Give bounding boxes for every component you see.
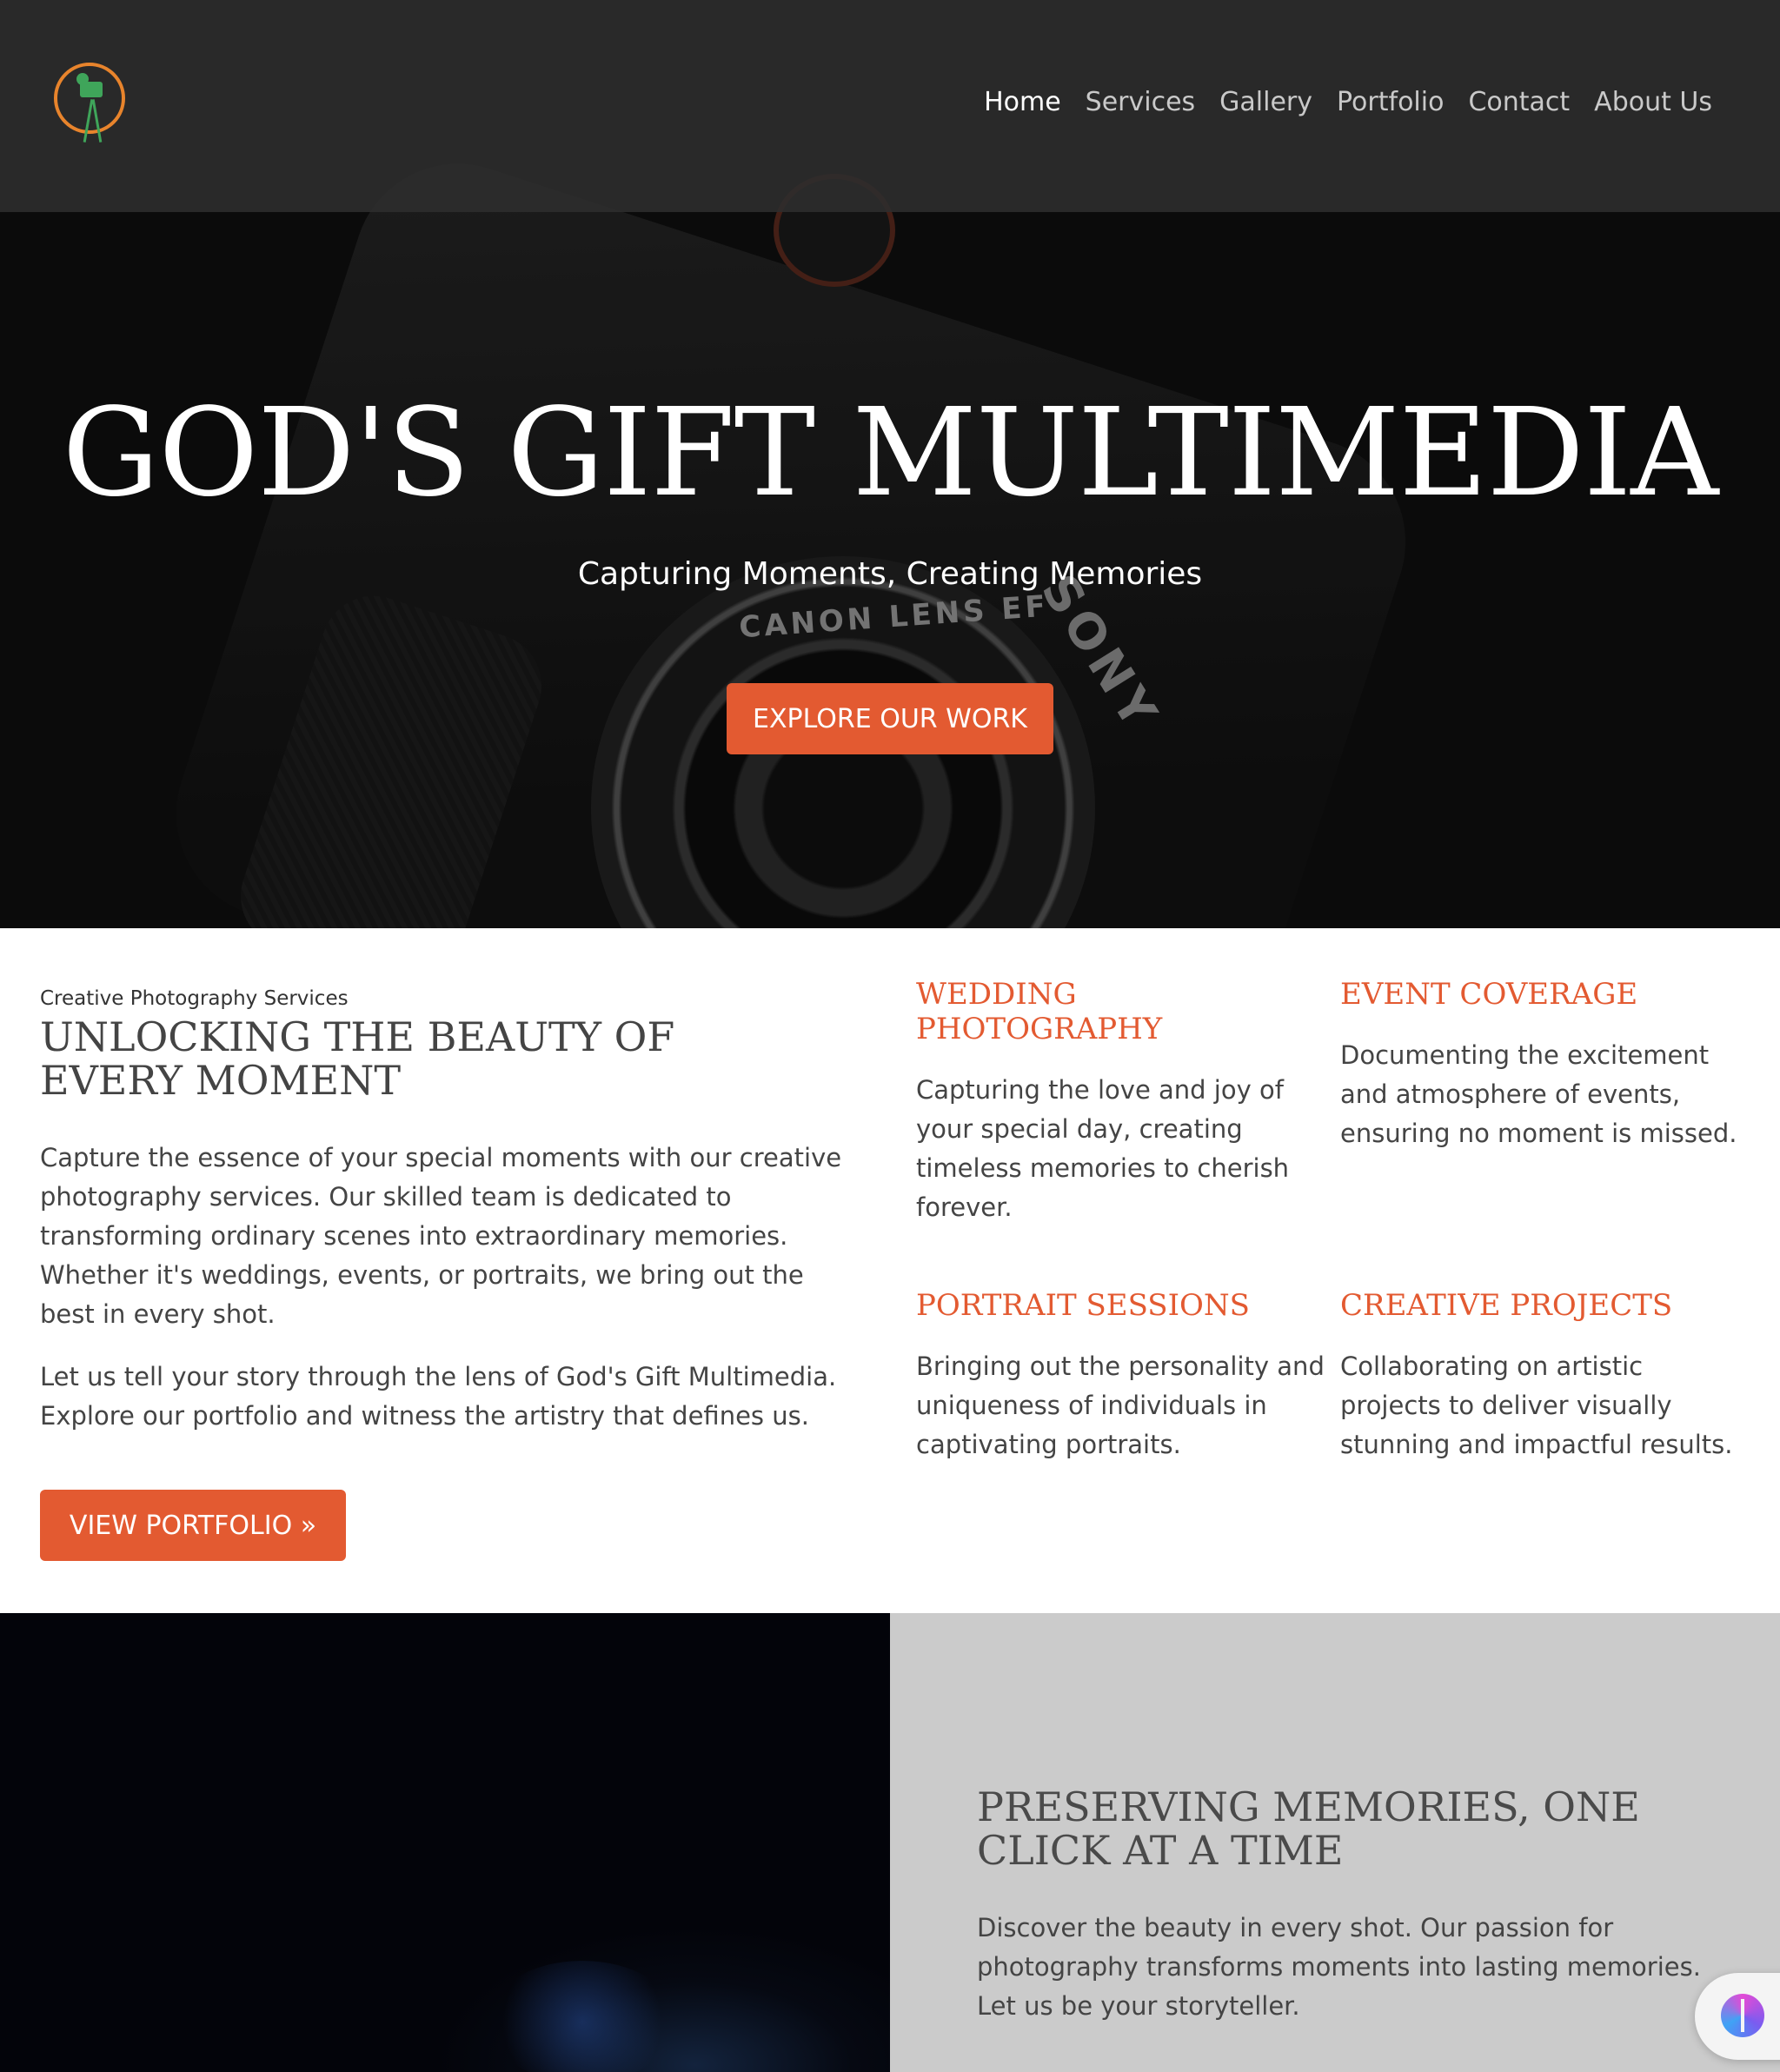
about-paragraph-1: Capture the essence of your special mome… [40,1143,842,1329]
hero-section: CANON LENS EF SONY Home Services Gallery… [0,0,1780,928]
about-paragraph-2: Let us tell your story through the lens … [40,1362,837,1431]
about-eyebrow: Creative Photography Services [40,987,349,1010]
service-title: PORTRAIT SESSIONS [916,1288,1250,1323]
nav-item-services[interactable]: Services [1086,87,1196,117]
service-title: EVENT COVERAGE [1340,977,1638,1012]
logo-camera [80,82,103,97]
service-card-wedding: WEDDING PHOTOGRAPHY Capturing the love a… [916,977,1325,1227]
preserve-image [0,1613,890,2072]
service-text: Collaborating on artistic projects to de… [1340,1351,1733,1459]
hero-title: GOD'S GIFT MULTIMEDIA [62,382,1719,524]
preserve-title: PRESERVING MEMORIES, ONE CLICK AT A TIME [977,1783,1640,1874]
hero-subtitle: Capturing Moments, Creating Memories [577,556,1203,592]
main-nav: Home Services Gallery Portfolio Contact … [984,87,1712,117]
service-title: WEDDING PHOTOGRAPHY [916,977,1163,1046]
nav-item-gallery[interactable]: Gallery [1219,87,1312,117]
about-title: UNLOCKING THE BEAUTY OF EVERY MOMENT [40,1013,675,1104]
brain-icon [1721,1994,1764,2037]
nav-item-portfolio[interactable]: Portfolio [1337,87,1444,117]
service-title: CREATIVE PROJECTS [1340,1288,1673,1323]
nav-item-about-us[interactable]: About Us [1594,87,1712,117]
assistant-button[interactable] [1695,1973,1780,2060]
service-card-portrait: PORTRAIT SESSIONS Bringing out the perso… [916,1288,1325,1464]
preserve-text: Discover the beauty in every shot. Our p… [977,1913,1701,2021]
preserve-image-glow [487,1961,678,2072]
nav-item-contact[interactable]: Contact [1468,87,1570,117]
camera-tripod-logo-icon[interactable] [54,63,125,143]
logo-tripod-leg [83,99,94,143]
navbar: Home Services Gallery Portfolio Contact … [0,0,1780,212]
service-card-event: EVENT COVERAGE Documenting the excitemen… [1340,977,1749,1153]
service-card-creative: CREATIVE PROJECTS Collaborating on artis… [1340,1288,1749,1464]
explore-our-work-button[interactable]: EXPLORE OUR WORK [727,683,1053,754]
service-text: Bringing out the personality and uniquen… [916,1351,1325,1459]
logo-tripod-leg [91,99,103,143]
service-text: Capturing the love and joy of your speci… [916,1075,1290,1222]
nav-item-home[interactable]: Home [984,87,1061,117]
view-portfolio-button[interactable]: VIEW PORTFOLIO » [40,1490,346,1561]
service-text: Documenting the excitement and atmospher… [1340,1040,1737,1148]
